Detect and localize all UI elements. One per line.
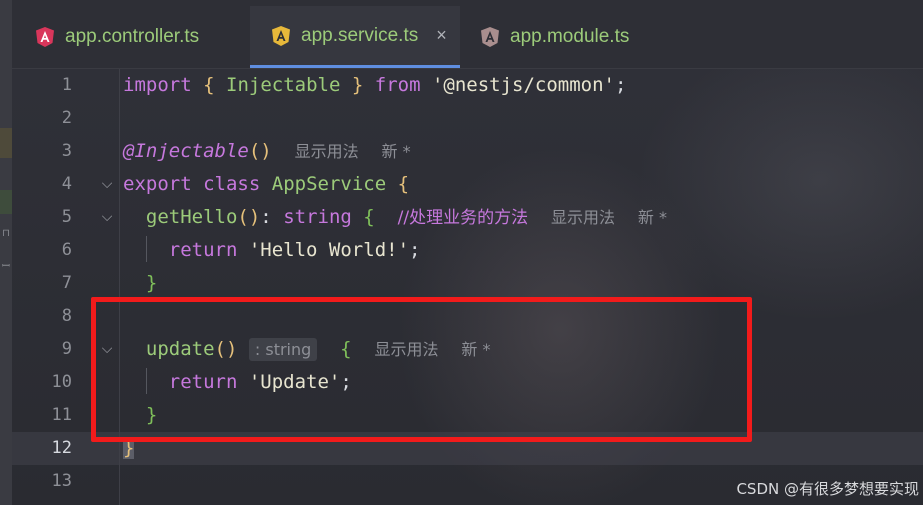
- line-number: 5: [61, 207, 72, 227]
- tab-app-controller[interactable]: app.controller.ts: [34, 6, 199, 68]
- tab-label: app.module.ts: [510, 26, 630, 47]
- line-number: 2: [61, 108, 72, 128]
- code-line-1[interactable]: import { Injectable } from '@nestjs/comm…: [123, 69, 626, 102]
- side-panel-glyph: ꟷ: [1, 261, 11, 272]
- fold-chevron-icon[interactable]: ⌵: [99, 201, 115, 234]
- line-number: 9: [61, 339, 72, 359]
- usage-hint: 显示用法: [294, 142, 359, 161]
- tab-app-service[interactable]: app.service.ts ×: [250, 6, 460, 68]
- line-number: 6: [61, 240, 72, 260]
- line-number: 11: [51, 405, 72, 425]
- line-number: 4: [61, 174, 72, 194]
- code-line-5[interactable]: getHello(): string { //处理业务的方法 显示用法 新 *: [123, 201, 667, 234]
- usage-hint: 显示用法: [551, 208, 616, 227]
- side-panel-glyph: ⊓: [2, 228, 10, 239]
- side-panel-edge: ⊓ ꟷ: [0, 0, 12, 505]
- side-panel-marker: [0, 128, 12, 158]
- highlight-annotation-box: [91, 297, 752, 442]
- watermark: CSDN @有很多梦想要实现: [736, 480, 919, 498]
- line-number-gutter[interactable]: 1 2 3 4 5 6 7 8 9 10 11 12 13: [12, 69, 88, 505]
- code-line-6[interactable]: return 'Hello World!';: [123, 234, 421, 267]
- tab-label: app.controller.ts: [65, 26, 200, 47]
- line-number: 3: [61, 141, 72, 161]
- tab-label: app.service.ts: [301, 24, 419, 46]
- line-number: 10: [51, 372, 72, 392]
- author-hint: 新 *: [637, 208, 667, 227]
- angular-icon: [272, 25, 290, 46]
- code-line-7[interactable]: }: [123, 267, 157, 300]
- code-comment: //处理业务的方法: [397, 208, 529, 228]
- angular-icon: [481, 27, 499, 47]
- code-line-4[interactable]: export class AppService {: [123, 168, 409, 201]
- author-hint: 新 *: [381, 142, 411, 161]
- code-line-3[interactable]: @Injectable() 显示用法 新 *: [123, 135, 411, 168]
- line-number: 7: [61, 273, 72, 293]
- fold-chevron-icon[interactable]: ⌵: [99, 168, 115, 201]
- side-panel-marker: [0, 190, 12, 214]
- line-number-current: 12: [51, 438, 72, 458]
- editor-tab-bar: app.controller.ts app.service.ts × app.m…: [12, 0, 923, 69]
- angular-icon: [36, 27, 54, 47]
- line-number: 1: [61, 75, 72, 95]
- tab-app-module[interactable]: app.module.ts: [479, 6, 629, 68]
- line-number: 8: [61, 306, 72, 326]
- close-icon[interactable]: ×: [436, 25, 447, 46]
- line-number: 13: [51, 471, 72, 491]
